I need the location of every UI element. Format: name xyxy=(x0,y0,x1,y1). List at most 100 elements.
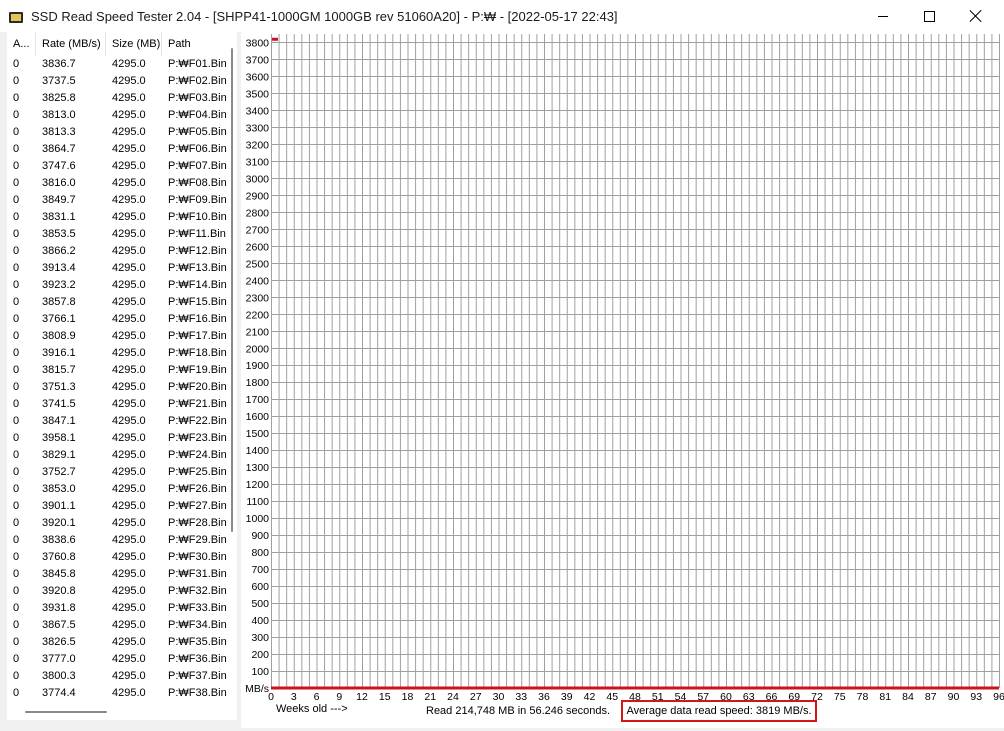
list-item[interactable]: 0 3813.0 4295.0 P:₩F04.Bin xyxy=(7,107,229,124)
list-item[interactable]: 0 3747.6 4295.0 P:₩F07.Bin xyxy=(7,158,229,175)
rate-cell: 3752.7 xyxy=(42,466,76,478)
size-cell: 4295.0 xyxy=(112,415,146,427)
column-header-path[interactable]: Path xyxy=(162,32,229,56)
list-item[interactable]: 0 3766.1 4295.0 P:₩F16.Bin xyxy=(7,311,229,328)
rate-cell: 3808.9 xyxy=(42,330,76,342)
list-item[interactable]: 0 3866.2 4295.0 P:₩F12.Bin xyxy=(7,243,229,260)
list-item[interactable]: 0 3838.6 4295.0 P:₩F29.Bin xyxy=(7,532,229,549)
path-cell: P:₩F19.Bin xyxy=(168,364,227,376)
list-item[interactable]: 0 3857.8 4295.0 P:₩F15.Bin xyxy=(7,294,229,311)
x-tick-label: 75 xyxy=(834,691,846,703)
rate-cell: 3864.7 xyxy=(42,143,76,155)
y-tick-label: 3800 xyxy=(246,37,270,49)
x-tick-label: 27 xyxy=(470,691,482,703)
x-tick-label: 18 xyxy=(402,691,414,703)
x-tick-label: 0 xyxy=(268,691,274,703)
list-item[interactable]: 0 3901.1 4295.0 P:₩F27.Bin xyxy=(7,498,229,515)
size-cell: 4295.0 xyxy=(112,92,146,104)
list-item[interactable]: 0 3826.5 4295.0 P:₩F35.Bin xyxy=(7,634,229,651)
list-item[interactable]: 0 3845.8 4295.0 P:₩F31.Bin xyxy=(7,566,229,583)
age-cell: 0 xyxy=(13,364,20,376)
x-tick-label: 90 xyxy=(948,691,960,703)
list-item[interactable]: 0 3920.1 4295.0 P:₩F28.Bin xyxy=(7,515,229,532)
size-cell: 4295.0 xyxy=(112,228,146,240)
close-button[interactable] xyxy=(953,0,999,32)
y-tick-label: 3700 xyxy=(246,54,270,66)
path-cell: P:₩F21.Bin xyxy=(168,398,227,410)
rate-cell: 3829.1 xyxy=(42,449,76,461)
list-item[interactable]: 0 3760.8 4295.0 P:₩F30.Bin xyxy=(7,549,229,566)
list-item[interactable]: 0 3931.8 4295.0 P:₩F33.Bin xyxy=(7,600,229,617)
size-cell: 4295.0 xyxy=(112,109,146,121)
y-tick-label: 1000 xyxy=(246,513,270,525)
list-item[interactable]: 0 3867.5 4295.0 P:₩F34.Bin xyxy=(7,617,229,634)
list-item[interactable]: 0 3836.7 4295.0 P:₩F01.Bin xyxy=(7,56,229,73)
size-cell: 4295.0 xyxy=(112,534,146,546)
list-item[interactable]: 0 3923.2 4295.0 P:₩F14.Bin xyxy=(7,277,229,294)
list-item[interactable]: 0 3831.1 4295.0 P:₩F10.Bin xyxy=(7,209,229,226)
age-cell: 0 xyxy=(13,194,20,206)
file-list[interactable]: A... Rate (MB/s) Size (MB) Path 0 3836.7 4… xyxy=(7,32,237,720)
y-tick-label: 600 xyxy=(251,581,269,593)
age-cell: 0 xyxy=(13,347,20,359)
list-item[interactable]: 0 3774.4 4295.0 P:₩F38.Bin xyxy=(7,685,229,702)
age-cell: 0 xyxy=(13,58,20,70)
y-tick-label: 2800 xyxy=(246,207,270,219)
y-tick-label: 1800 xyxy=(246,377,270,389)
list-item[interactable]: 0 3847.1 4295.0 P:₩F22.Bin xyxy=(7,413,229,430)
column-header-age[interactable]: A... xyxy=(7,32,36,56)
list-item[interactable]: 0 3920.8 4295.0 P:₩F32.Bin xyxy=(7,583,229,600)
path-cell: P:₩F01.Bin xyxy=(168,58,227,70)
column-header-rate[interactable]: Rate (MB/s) xyxy=(36,32,106,56)
rate-cell: 3737.5 xyxy=(42,75,76,87)
size-cell: 4295.0 xyxy=(112,75,146,87)
age-cell: 0 xyxy=(13,245,20,257)
horizontal-scroll-thumb[interactable] xyxy=(25,711,107,713)
path-cell: P:₩F25.Bin xyxy=(168,466,227,478)
column-header-size[interactable]: Size (MB) xyxy=(106,32,162,56)
y-tick-label: 1600 xyxy=(246,411,270,423)
list-item[interactable]: 0 3916.1 4295.0 P:₩F18.Bin xyxy=(7,345,229,362)
list-item[interactable]: 0 3864.7 4295.0 P:₩F06.Bin xyxy=(7,141,229,158)
list-item[interactable]: 0 3815.7 4295.0 P:₩F19.Bin xyxy=(7,362,229,379)
path-cell: P:₩F11.Bin xyxy=(168,228,226,240)
size-cell: 4295.0 xyxy=(112,364,146,376)
list-item[interactable]: 0 3752.7 4295.0 P:₩F25.Bin xyxy=(7,464,229,481)
list-item[interactable]: 0 3829.1 4295.0 P:₩F24.Bin xyxy=(7,447,229,464)
age-cell: 0 xyxy=(13,109,20,121)
rate-cell: 3741.5 xyxy=(42,398,76,410)
maximize-button[interactable] xyxy=(906,0,952,32)
age-cell: 0 xyxy=(13,466,20,478)
list-item[interactable]: 0 3825.8 4295.0 P:₩F03.Bin xyxy=(7,90,229,107)
list-item[interactable]: 0 3737.5 4295.0 P:₩F02.Bin xyxy=(7,73,229,90)
path-cell: P:₩F24.Bin xyxy=(168,449,227,461)
list-item[interactable]: 0 3813.3 4295.0 P:₩F05.Bin xyxy=(7,124,229,141)
age-cell: 0 xyxy=(13,636,20,648)
age-cell: 0 xyxy=(13,534,20,546)
list-item[interactable]: 0 3808.9 4295.0 P:₩F17.Bin xyxy=(7,328,229,345)
list-item[interactable]: 0 3853.0 4295.0 P:₩F26.Bin xyxy=(7,481,229,498)
list-item[interactable]: 0 3958.1 4295.0 P:₩F23.Bin xyxy=(7,430,229,447)
x-tick-label: 84 xyxy=(902,691,914,703)
size-cell: 4295.0 xyxy=(112,466,146,478)
list-item[interactable]: 0 3816.0 4295.0 P:₩F08.Bin xyxy=(7,175,229,192)
series-point xyxy=(272,37,278,41)
y-tick-label: 3000 xyxy=(246,173,270,185)
vertical-scrollbar[interactable] xyxy=(229,32,237,720)
rate-cell: 3826.5 xyxy=(42,636,76,648)
vertical-scroll-thumb[interactable] xyxy=(231,48,233,532)
size-cell: 4295.0 xyxy=(112,279,146,291)
list-item[interactable]: 0 3800.3 4295.0 P:₩F37.Bin xyxy=(7,668,229,685)
list-item[interactable]: 0 3853.5 4295.0 P:₩F11.Bin xyxy=(7,226,229,243)
maximize-icon xyxy=(923,10,935,22)
minimize-button[interactable] xyxy=(860,0,906,32)
x-tick-label: 3 xyxy=(291,691,297,703)
rate-cell: 3901.1 xyxy=(42,500,76,512)
list-item[interactable]: 0 3849.7 4295.0 P:₩F09.Bin xyxy=(7,192,229,209)
path-cell: P:₩F35.Bin xyxy=(168,636,227,648)
list-item[interactable]: 0 3913.4 4295.0 P:₩F13.Bin xyxy=(7,260,229,277)
list-item[interactable]: 0 3751.3 4295.0 P:₩F20.Bin xyxy=(7,379,229,396)
rate-cell: 3836.7 xyxy=(42,58,76,70)
list-item[interactable]: 0 3741.5 4295.0 P:₩F21.Bin xyxy=(7,396,229,413)
list-item[interactable]: 0 3777.0 4295.0 P:₩F36.Bin xyxy=(7,651,229,668)
